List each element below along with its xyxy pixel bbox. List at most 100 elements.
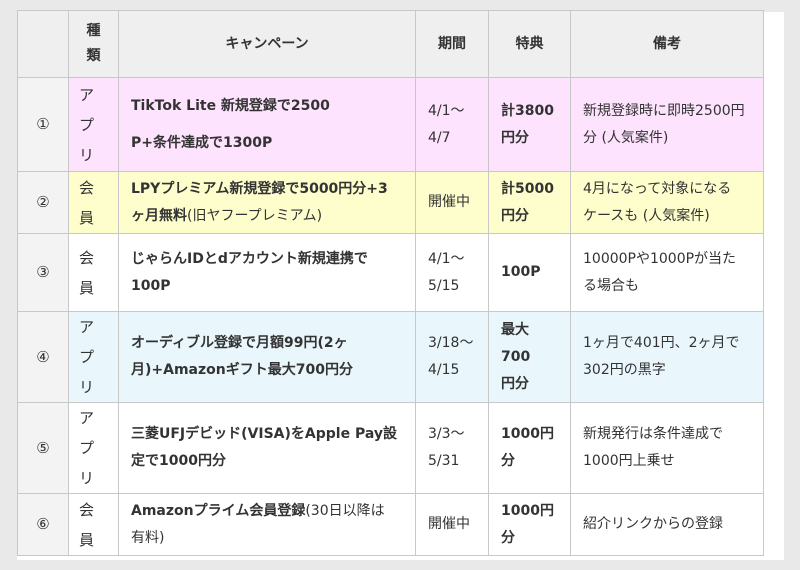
- header-number: [17, 10, 69, 78]
- period-text: 4/15: [428, 362, 460, 378]
- row-period: 3/3～ 5/31: [415, 402, 489, 494]
- notes-text: 302円の黒字: [583, 362, 666, 378]
- campaign-note: (旧ヤフープレミアム): [187, 207, 323, 224]
- campaign-text: オーディブル登録で月額99円(2ヶ: [131, 335, 348, 351]
- kind-char: プ: [79, 115, 95, 134]
- row-number: ④: [17, 311, 69, 403]
- campaign-text: ヶ月無料: [131, 207, 187, 224]
- benefit-text: 円分: [501, 207, 529, 224]
- row-kind: 会 員: [68, 493, 119, 556]
- row-period: 4/1～ 5/15: [415, 233, 489, 312]
- row-notes: 10000Pや1000Pが当た る場合も: [570, 233, 764, 312]
- period-text: 3/18～: [428, 335, 474, 351]
- kind-char: リ: [79, 469, 95, 487]
- kind-char: 員: [79, 530, 95, 549]
- benefit-text: 円分: [501, 375, 529, 392]
- benefit-text: 分: [501, 453, 515, 469]
- campaign-text: P+条件達成で1300P: [131, 134, 273, 151]
- period-text: 開催中: [428, 194, 470, 210]
- row-campaign: TikTok Lite 新規登録で2500 P+条件達成で1300P: [118, 77, 416, 172]
- campaign-text: 定で1000円分: [131, 453, 226, 469]
- benefit-text: 分: [501, 529, 515, 546]
- row-campaign: Amazonプライム会員登録(30日以降は 有料): [118, 493, 416, 556]
- header-benefit: 特典: [488, 10, 571, 78]
- table-row: ① ア プ リ TikTok Lite 新規登録で2500 P+条件達成で130…: [17, 77, 764, 172]
- table-header-row: 種 類 キャンペーン 期間 特典 備考: [17, 10, 764, 78]
- row-period: 3/18～ 4/15: [415, 311, 489, 403]
- row-number: ⑥: [17, 493, 69, 556]
- benefit-text: 計5000: [501, 180, 554, 197]
- table-row: ② 会 員 LPYプレミアム新規登録で5000円分+3 ヶ月無料(旧ヤフープレミ…: [17, 171, 764, 234]
- campaign-text: 三菱UFJデビッド(VISA)をApple Pay設: [131, 426, 397, 442]
- table-row: ④ ア プ リ オーディブル登録で月額99円(2ヶ 月)+Amazonギフト最大…: [17, 311, 764, 403]
- row-period: 開催中: [415, 493, 489, 556]
- kind-char: プ: [79, 439, 95, 457]
- row-notes: 新規登録時に即時2500円 分 (人気案件): [570, 77, 764, 172]
- kind-char: 会: [79, 248, 95, 267]
- benefit-text: 1000円: [501, 426, 554, 442]
- row-kind: 会 員: [68, 233, 119, 312]
- notes-text: 1ヶ月で401円、2ヶ月で: [583, 335, 740, 351]
- row-benefit: 計3800 円分: [488, 77, 571, 172]
- kind-char: 会: [79, 178, 95, 197]
- table-row: ⑥ 会 員 Amazonプライム会員登録(30日以降は 有料) 開催中 1000…: [17, 493, 764, 556]
- campaign-text: LPYプレミアム新規登録で5000円分+3: [131, 180, 388, 197]
- row-number: ②: [17, 171, 69, 234]
- row-kind: ア プ リ: [68, 77, 119, 172]
- row-kind: 会 員: [68, 171, 119, 234]
- row-number: ①: [17, 77, 69, 172]
- table-row: ⑤ ア プ リ 三菱UFJデビッド(VISA)をApple Pay設 定で100…: [17, 402, 764, 494]
- period-text: 4/1～: [428, 250, 465, 267]
- notes-text: 10000Pや1000Pが当た: [583, 250, 737, 267]
- row-campaign: じゃらんIDとdアカウント新規連携で 100P: [118, 233, 416, 312]
- campaign-table: 種 類 キャンペーン 期間 特典 備考 ① ア プ リ TikTok Lite …: [17, 10, 764, 556]
- row-notes: 新規発行は条件達成で 1000円上乗せ: [570, 402, 764, 494]
- header-notes: 備考: [570, 10, 764, 78]
- benefit-text: 円分: [501, 129, 529, 146]
- header-campaign: キャンペーン: [118, 10, 416, 78]
- benefit-text: 最大700: [501, 321, 531, 365]
- campaign-text: Amazonプライム会員登録: [131, 502, 306, 519]
- row-benefit: 計5000 円分: [488, 171, 571, 234]
- row-campaign: LPYプレミアム新規登録で5000円分+3 ヶ月無料(旧ヤフープレミアム): [118, 171, 416, 234]
- period-text: 5/15: [428, 277, 460, 294]
- notes-text: る場合も: [583, 277, 639, 294]
- row-notes: 紹介リンクからの登録: [570, 493, 764, 556]
- period-text: 開催中: [428, 516, 470, 532]
- row-number: ③: [17, 233, 69, 312]
- kind-char: ア: [79, 318, 95, 336]
- row-kind: ア プ リ: [68, 402, 119, 494]
- notes-text: ケースも (人気案件): [583, 207, 710, 224]
- campaign-text: TikTok Lite 新規登録で2500: [131, 97, 330, 114]
- notes-text: 1000円上乗せ: [583, 453, 675, 469]
- row-period: 開催中: [415, 171, 489, 234]
- notes-text: 分 (人気案件): [583, 129, 669, 146]
- header-kind: 種 類: [68, 10, 119, 78]
- benefit-text: 1000円: [501, 502, 554, 519]
- row-notes: 4月になって対象になる ケースも (人気案件): [570, 171, 764, 234]
- kind-char: 会: [79, 500, 95, 519]
- kind-char: 員: [79, 208, 95, 227]
- campaign-text: 100P: [131, 277, 171, 294]
- campaign-note: 有料): [131, 529, 165, 546]
- table-row: ③ 会 員 じゃらんIDとdアカウント新規連携で 100P 4/1～ 5/15 …: [17, 233, 764, 312]
- period-text: 5/31: [428, 453, 460, 469]
- header-period: 期間: [415, 10, 489, 78]
- kind-char: リ: [79, 378, 95, 396]
- row-benefit: 1000円 分: [488, 493, 571, 556]
- campaign-text: 月)+Amazonギフト最大700円分: [131, 362, 353, 378]
- notes-text: 新規登録時に即時2500円: [583, 102, 745, 119]
- header-kind-line1: 種: [86, 23, 101, 39]
- kind-char: ア: [79, 409, 95, 427]
- row-notes: 1ヶ月で401円、2ヶ月で 302円の黒字: [570, 311, 764, 403]
- row-kind: ア プ リ: [68, 311, 119, 403]
- row-number: ⑤: [17, 402, 69, 494]
- row-campaign: オーディブル登録で月額99円(2ヶ 月)+Amazonギフト最大700円分: [118, 311, 416, 403]
- notes-text: 4月になって対象になる: [583, 180, 732, 197]
- row-period: 4/1～ 4/7: [415, 77, 489, 172]
- header-kind-line2: 類: [86, 48, 101, 64]
- kind-char: 員: [79, 278, 95, 297]
- benefit-text: 100P: [501, 264, 541, 280]
- kind-char: リ: [79, 145, 95, 164]
- kind-char: ア: [79, 85, 95, 104]
